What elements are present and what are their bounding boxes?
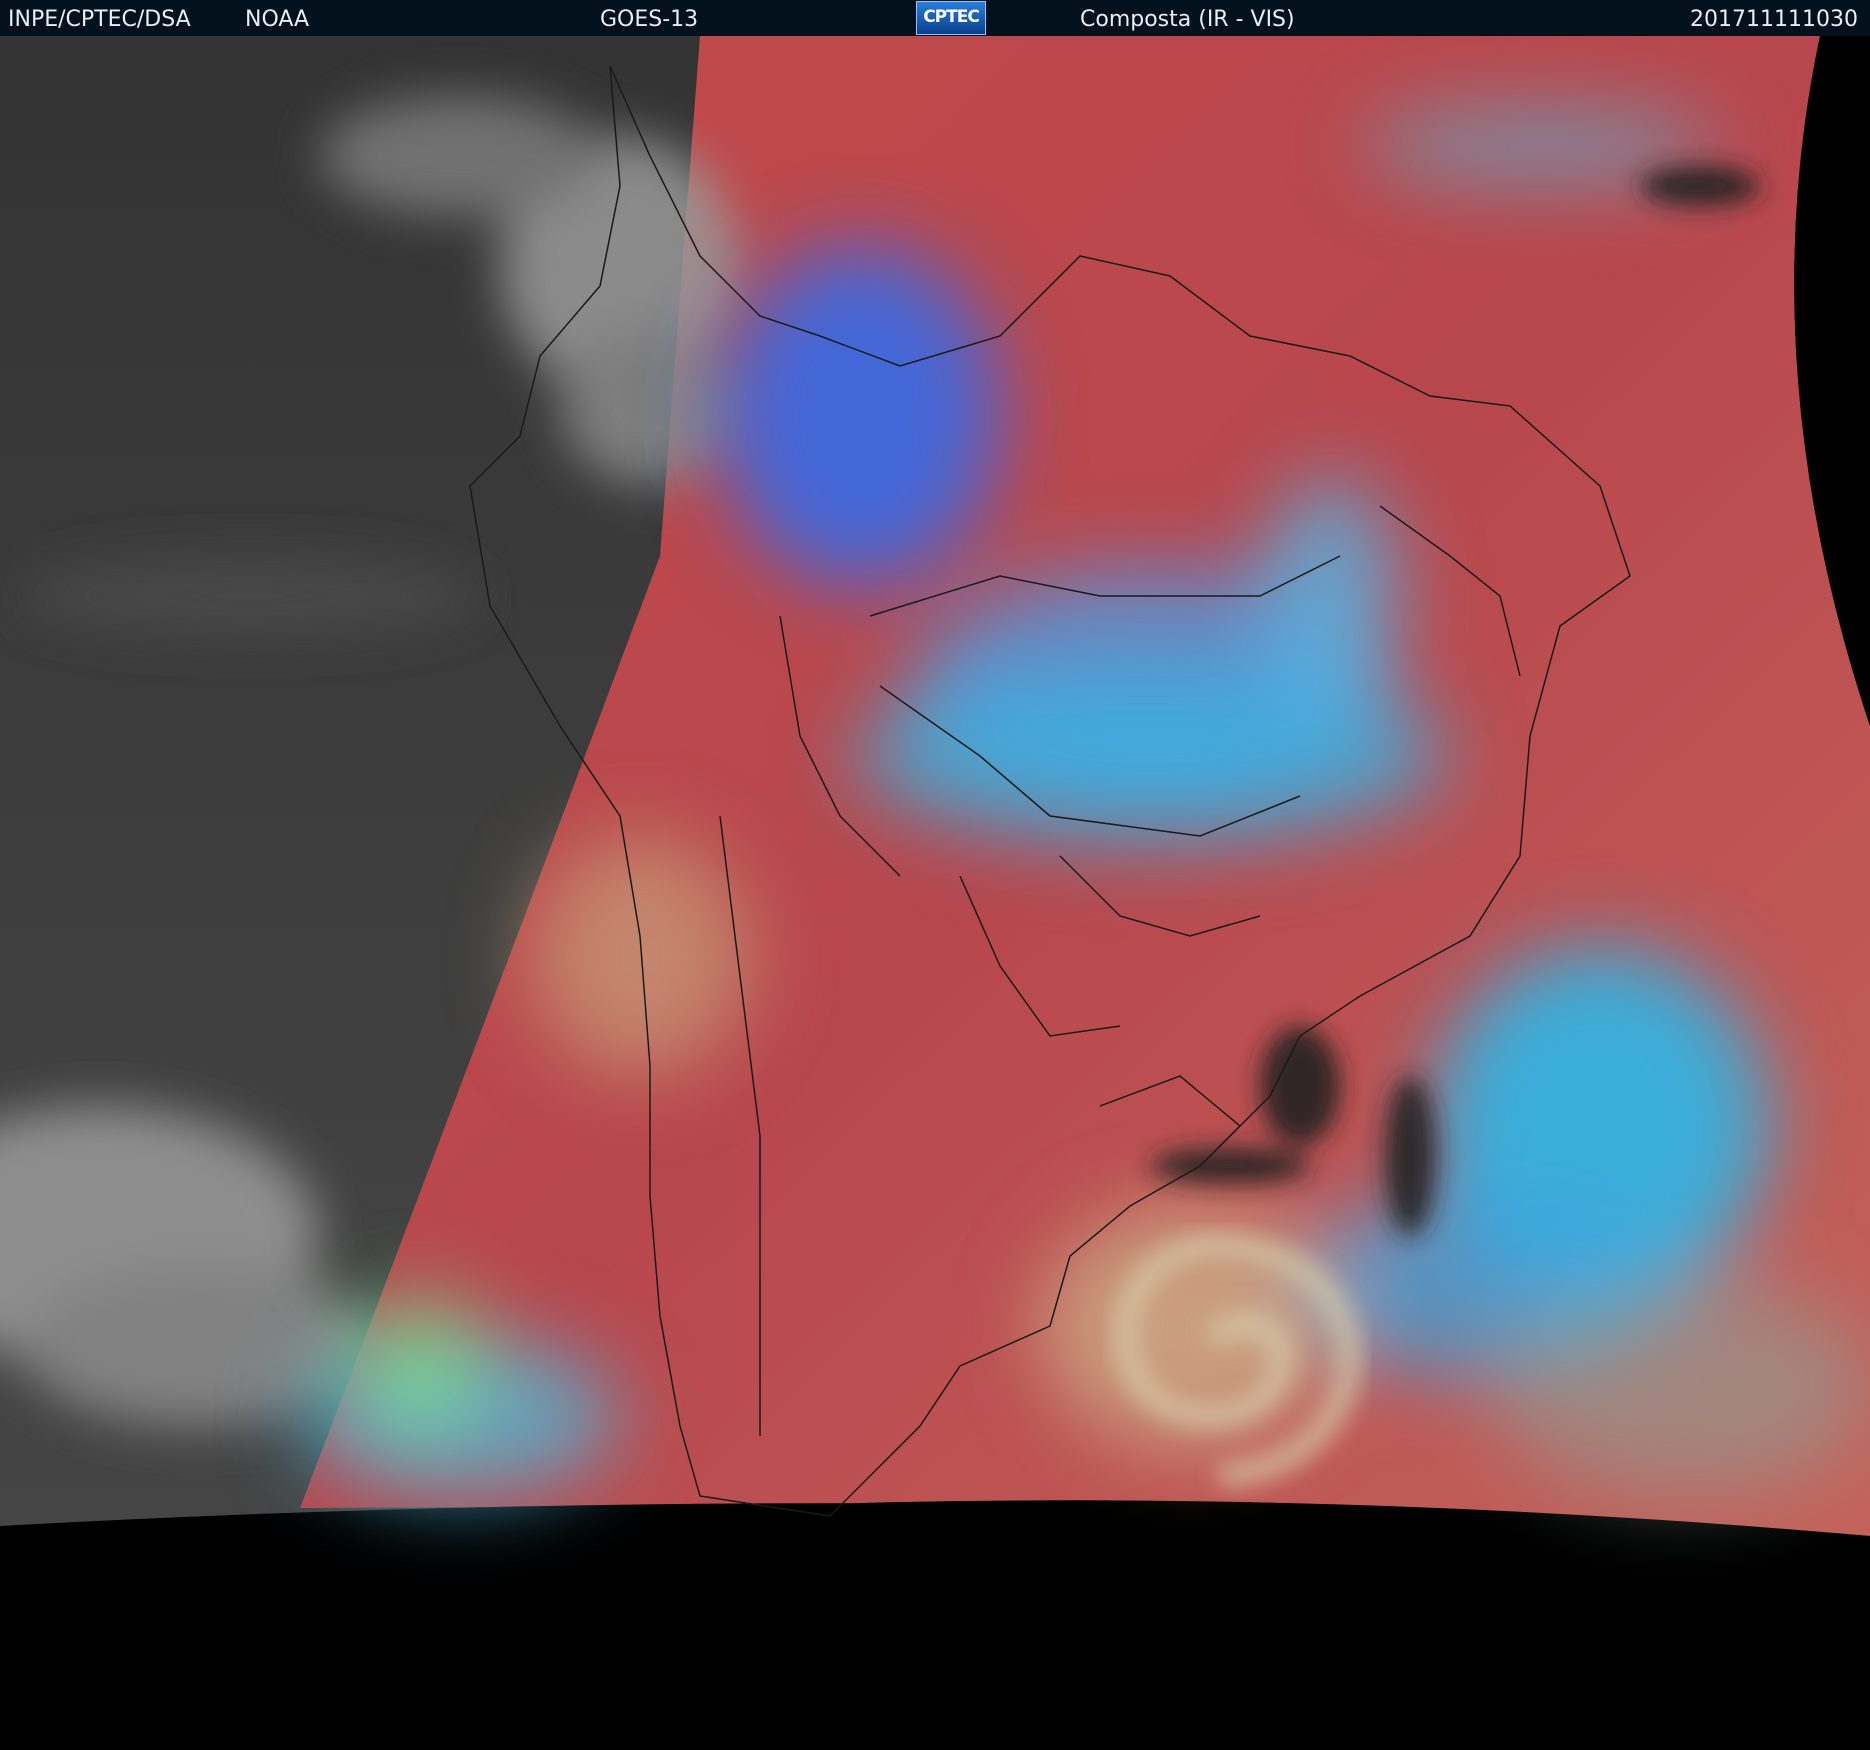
image-header: INPE/CPTEC/DSA NOAA GOES-13 CPTEC Compos…: [0, 0, 1870, 36]
agency-label: NOAA: [245, 7, 310, 32]
satellite-image: [0, 36, 1870, 1750]
cptec-logo: CPTEC: [916, 1, 986, 35]
satellite-image-svg: [0, 36, 1870, 1750]
product-label: Composta (IR - VIS): [1080, 7, 1295, 32]
timestamp-label: 201711111030: [1690, 7, 1858, 32]
source-label: INPE/CPTEC/DSA: [8, 7, 191, 32]
disk-bottom-edge: [0, 1503, 1870, 1750]
satellite-label: GOES-13: [600, 7, 699, 32]
